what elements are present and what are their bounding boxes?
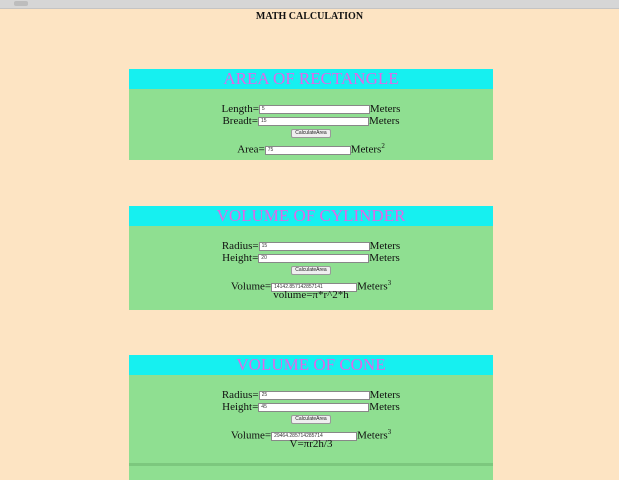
area-row: Area= Meters2 bbox=[129, 140, 493, 156]
area-unit: Meters bbox=[350, 143, 382, 156]
calculate-cylinder-button[interactable]: CalculateArea bbox=[291, 265, 331, 275]
area-label: Area= bbox=[237, 143, 265, 156]
breadth-unit: Meters bbox=[368, 115, 400, 127]
page-title: MATH CALCULATION bbox=[255, 11, 364, 22]
cone-card: VOLUME OF CONE Radius= Meters Height= Mete… bbox=[129, 355, 493, 480]
cylinder-height-input[interactable] bbox=[258, 253, 370, 263]
cone-button-row: CalculateArea bbox=[129, 413, 493, 426]
browser-tab-fragment bbox=[14, 1, 28, 6]
rectangle-title: AREA OF RECTANGLE bbox=[129, 69, 493, 89]
calculate-cone-button[interactable]: CalculateArea bbox=[291, 414, 331, 424]
area-exponent: 2 bbox=[381, 142, 385, 150]
cylinder-radius-row: Radius= Meters bbox=[129, 240, 493, 252]
cylinder-height-unit: Meters bbox=[369, 252, 400, 264]
cone-volume-unit: Meters bbox=[357, 429, 388, 442]
cylinder-formula: volume=π*r^2*h bbox=[273, 289, 349, 301]
browser-top-strip bbox=[0, 0, 619, 9]
cylinder-radius-label: Radius= bbox=[221, 240, 259, 252]
cone-volume-label: Volume= bbox=[230, 429, 272, 442]
breadth-input[interactable] bbox=[257, 116, 369, 126]
cone-height-label: Height= bbox=[222, 401, 259, 413]
cone-formula: V=πr2h/3 bbox=[289, 438, 333, 450]
cylinder-card: VOLUME OF CYLINDER Radius= Meters Height=… bbox=[129, 206, 493, 310]
length-unit: Meters bbox=[369, 103, 401, 115]
cone-height-row: Height= Meters bbox=[129, 401, 493, 413]
area-output[interactable] bbox=[264, 145, 351, 155]
cylinder-button-row: CalculateArea bbox=[129, 264, 493, 277]
cone-volume-row: Volume= Meters3 bbox=[129, 426, 493, 442]
cylinder-height-label: Height= bbox=[222, 252, 259, 264]
cone-radius-row: Radius= Meters bbox=[129, 389, 493, 401]
cone-radius-unit: Meters bbox=[369, 389, 401, 401]
breadth-label: Breadt= bbox=[222, 115, 258, 127]
rectangle-card: AREA OF RECTANGLE Length= Meters Breadt= M… bbox=[129, 69, 493, 160]
cone-radius-input[interactable] bbox=[258, 390, 370, 400]
length-row: Length= Meters bbox=[129, 103, 493, 115]
calculate-area-button[interactable]: CalculateArea bbox=[291, 128, 331, 138]
cone-title: VOLUME OF CONE bbox=[129, 355, 493, 375]
cylinder-volume-row: Volume= Meters3 bbox=[129, 277, 493, 293]
rectangle-body: Length= Meters Breadt= Meters CalculateAre… bbox=[129, 89, 493, 160]
length-input[interactable] bbox=[258, 104, 370, 114]
cylinder-radius-unit: Meters bbox=[369, 240, 401, 252]
length-label: Length= bbox=[221, 103, 259, 115]
breadth-row: Breadt= Meters bbox=[129, 115, 493, 127]
cylinder-height-row: Height= Meters bbox=[129, 252, 493, 264]
cone-height-input[interactable] bbox=[258, 402, 370, 412]
cylinder-volume-unit: Meters bbox=[357, 280, 388, 293]
cylinder-volume-label: Volume= bbox=[230, 280, 272, 293]
cylinder-title: VOLUME OF CYLINDER bbox=[129, 206, 493, 226]
cone-radius-label: Radius= bbox=[221, 389, 259, 401]
cylinder-body: Radius= Meters Height= Meters CalculateAre… bbox=[129, 226, 493, 310]
cone-volume-exponent: 3 bbox=[387, 428, 392, 436]
cone-height-unit: Meters bbox=[369, 401, 400, 413]
cylinder-radius-input[interactable] bbox=[258, 241, 370, 251]
rectangle-button-row: CalculateArea bbox=[129, 127, 493, 140]
cylinder-volume-exponent: 3 bbox=[387, 279, 392, 287]
